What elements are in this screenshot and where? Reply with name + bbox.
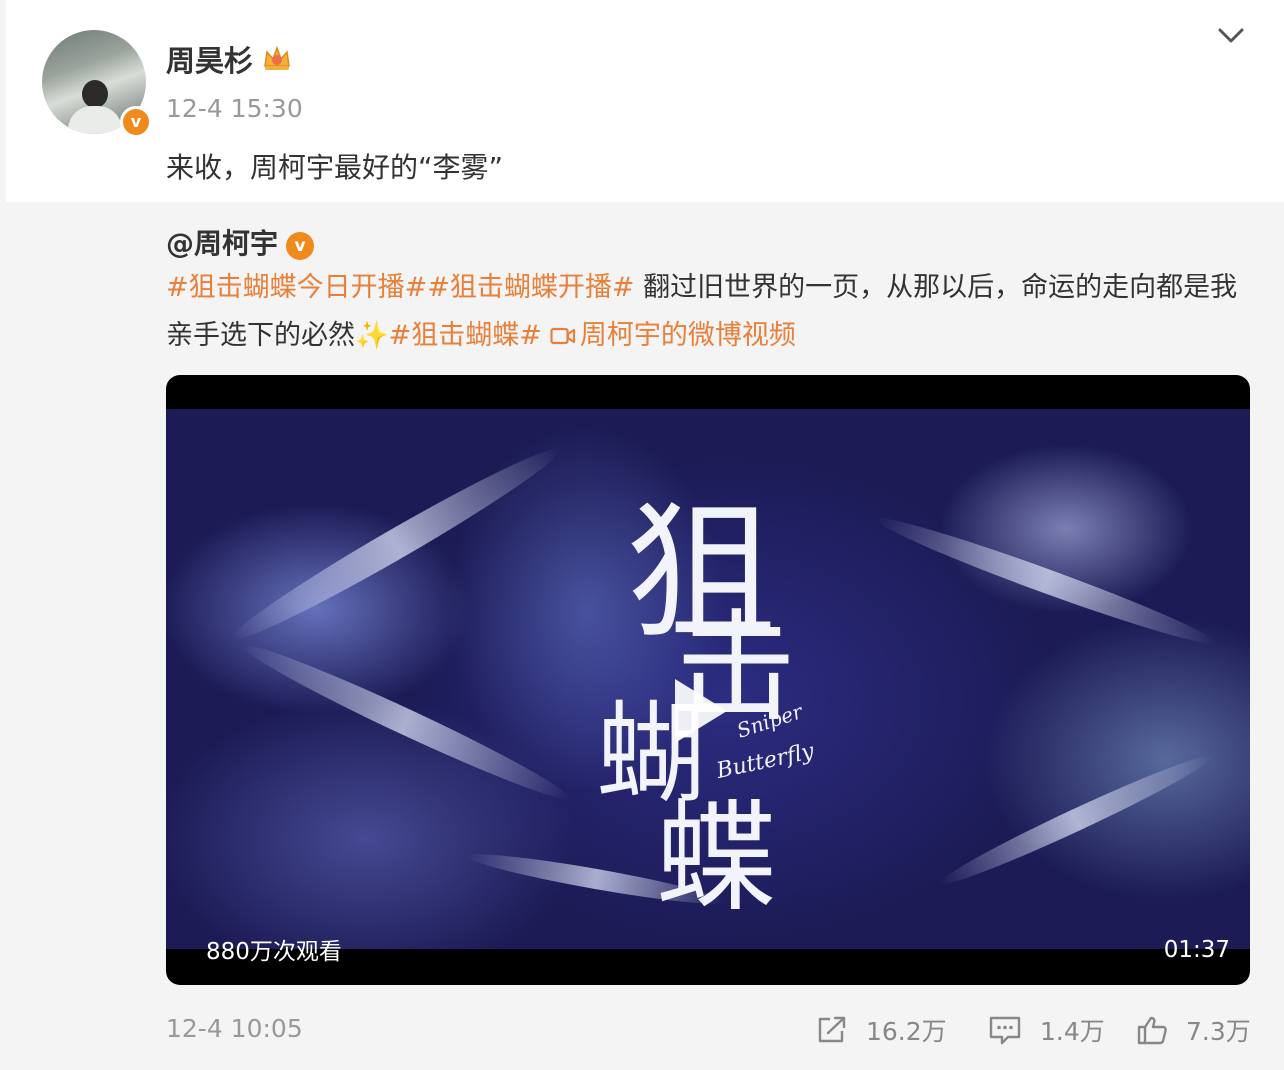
sparkle-icon: ✨ — [355, 320, 389, 351]
post-timestamp: 12-4 15:30 — [166, 94, 303, 123]
video-player[interactable]: 狙 击 蝴 蝶 Sniper Butterfly 880万次观看 01:37 — [166, 375, 1250, 985]
repost-timestamp: 12-4 10:05 — [166, 1014, 303, 1043]
title-english: Butterfly — [714, 739, 817, 784]
view-count: 880万次观看 — [206, 939, 342, 965]
video-link[interactable]: 周柯宇的微博视频 — [580, 320, 796, 351]
repost-author-name[interactable]: @周柯宇 — [166, 227, 278, 260]
chevron-down-icon[interactable] — [1216, 24, 1246, 48]
repost-author[interactable]: @周柯宇 v — [166, 222, 315, 262]
comment-button[interactable]: 1.4万 — [988, 1012, 1105, 1048]
avatar[interactable]: v — [42, 30, 152, 138]
share-button[interactable]: 16.2万 — [816, 1012, 947, 1048]
like-button[interactable]: 7.3万 — [1136, 1012, 1251, 1048]
thumbs-up-icon — [1137, 1016, 1167, 1045]
comment-icon — [989, 1016, 1021, 1045]
repost-body: #狙击蝴蝶今日开播##狙击蝴蝶开播# 翻过旧世界的一页，从那以后，命运的走向都是… — [166, 264, 1256, 360]
share-count: 16.2万 — [866, 1017, 947, 1046]
comment-count: 1.4万 — [1040, 1017, 1105, 1046]
play-icon[interactable] — [675, 679, 727, 743]
share-icon — [818, 1016, 846, 1043]
verified-icon: v — [286, 232, 315, 260]
post-text: 来收，周柯宇最好的“李雾” — [166, 151, 504, 184]
video-duration: 01:37 — [1163, 937, 1230, 963]
hashtag-link[interactable]: #狙击蝴蝶今日开播# — [166, 272, 427, 303]
author-name[interactable]: 周昊杉 — [166, 38, 253, 80]
hashtag-link[interactable]: #狙击蝴蝶开播# — [427, 272, 634, 303]
video-icon — [550, 327, 575, 345]
crown-icon — [264, 45, 290, 70]
like-count: 7.3万 — [1186, 1017, 1251, 1046]
hashtag-link[interactable]: #狙击蝴蝶# — [389, 320, 542, 351]
verified-icon: v — [120, 106, 152, 138]
video-frame: 狙 击 蝴 蝶 Sniper Butterfly — [166, 409, 1250, 949]
title-char: 蝶 — [656, 789, 776, 928]
